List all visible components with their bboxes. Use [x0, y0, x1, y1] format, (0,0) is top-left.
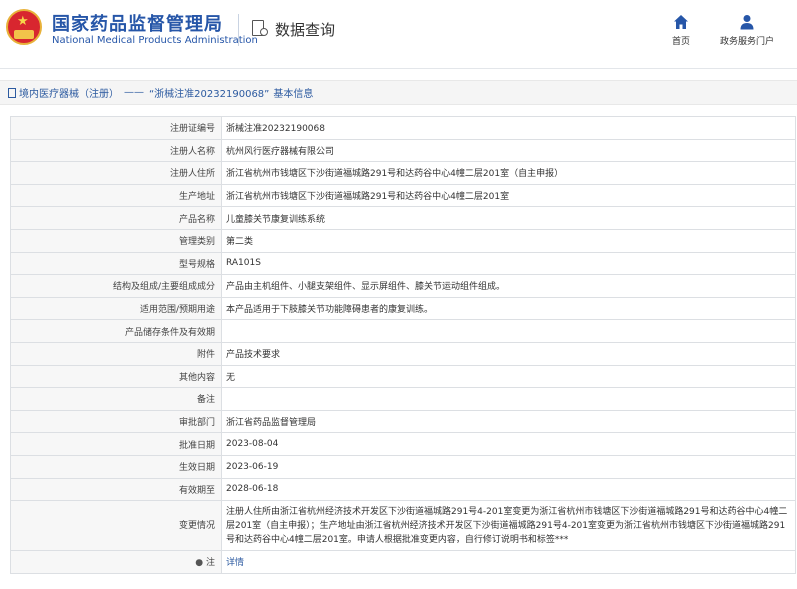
nav-home[interactable]: 首页	[669, 14, 693, 47]
row-value: 产品技术要求	[221, 341, 796, 366]
breadcrumb-category: 境内医疗器械（注册）	[19, 89, 119, 100]
table-row: 审批部门 浙江省药品监督管理局	[10, 409, 796, 434]
row-value: RA101S	[221, 251, 796, 276]
row-label: 注册人住所	[10, 161, 222, 185]
breadcrumb: 境内医疗器械（注册） —— “浙械注准20232190068” 基本信息	[0, 80, 797, 105]
row-value: 第二类	[221, 228, 796, 253]
row-label: ● 注	[10, 550, 222, 574]
table-row: 结构及组成/主要组成成分 产品由主机组件、小腿支架组件、显示屏组件、膝关节运动组…	[10, 274, 796, 298]
breadcrumb-separator: ——	[124, 87, 144, 98]
table-row: 批准日期 2023-08-04	[10, 432, 796, 456]
row-label: 其他内容	[10, 364, 222, 389]
row-value: 产品由主机组件、小腿支架组件、显示屏组件、膝关节运动组件组成。	[221, 274, 796, 298]
details-link[interactable]: 详情	[221, 550, 796, 574]
row-label: 结构及组成/主要组成成分	[10, 274, 222, 298]
data-query-title: 数据查询	[252, 17, 335, 41]
table-row: 型号规格 RA101S	[10, 251, 796, 276]
row-value: 杭州风行医疗器械有限公司	[221, 138, 796, 163]
row-label: 批准日期	[10, 432, 222, 456]
document-search-icon	[252, 19, 270, 39]
table-row: 注册证编号 浙械注准20232190068	[10, 116, 796, 140]
row-label: 适用范围/预期用途	[10, 296, 222, 321]
row-label: 注册人名称	[10, 138, 222, 163]
document-icon	[8, 87, 16, 98]
breadcrumb-suffix: 基本信息	[273, 89, 314, 100]
row-label: 变更情况	[10, 500, 222, 552]
table-row: 注册人名称 杭州风行医疗器械有限公司	[10, 138, 796, 163]
row-value: 浙江省杭州市钱塘区下沙街道福城路291号和达药谷中心4幢二层201室（自主申报）	[221, 161, 796, 185]
row-label: 生效日期	[10, 454, 222, 479]
table-row: 附件 产品技术要求	[10, 341, 796, 366]
row-label: 附件	[10, 341, 222, 366]
device-info-table: 注册证编号 浙械注准20232190068 注册人名称 杭州风行医疗器械有限公司…	[10, 116, 796, 574]
row-label: 型号规格	[10, 251, 222, 276]
emblem-logo: ★	[6, 9, 42, 45]
row-value: 浙江省药品监督管理局	[221, 409, 796, 434]
table-row: 备注	[10, 387, 796, 411]
table-row: ● 注 详情	[10, 550, 796, 574]
row-value: 2028-06-18	[221, 477, 796, 502]
nav-service-portal[interactable]: 政务服务门户	[717, 14, 777, 47]
table-row: 变更情况 注册人住所由浙江省杭州经济技术开发区下沙街道福城路291号4-201室…	[10, 500, 796, 552]
row-value: 浙械注准20232190068	[221, 116, 796, 140]
breadcrumb-registration-no: “浙械注准20232190068”	[149, 89, 270, 100]
row-label: 注册证编号	[10, 116, 222, 140]
table-row: 生产地址 浙江省杭州市钱塘区下沙街道福城路291号和达药谷中心4幢二层201室	[10, 183, 796, 208]
row-value: 无	[221, 364, 796, 389]
table-row: 产品储存条件及有效期	[10, 319, 796, 343]
row-label: 有效期至	[10, 477, 222, 502]
row-value: 本产品适用于下肢膝关节功能障碍患者的康复训练。	[221, 296, 796, 321]
org-name-en: National Medical Products Administration	[52, 35, 258, 46]
row-label: 产品名称	[10, 206, 222, 230]
table-row: 产品名称 儿童膝关节康复训练系统	[10, 206, 796, 230]
row-label: 生产地址	[10, 183, 222, 208]
row-value: 儿童膝关节康复训练系统	[221, 206, 796, 230]
row-value: 2023-08-04	[221, 432, 796, 456]
table-row: 管理类别 第二类	[10, 228, 796, 253]
table-row: 注册人住所 浙江省杭州市钱塘区下沙街道福城路291号和达药谷中心4幢二层201室…	[10, 161, 796, 185]
table-row: 有效期至 2028-06-18	[10, 477, 796, 502]
row-label: 管理类别	[10, 228, 222, 253]
row-label: 产品储存条件及有效期	[10, 319, 222, 343]
home-icon	[674, 15, 688, 29]
org-name-cn: 国家药品监督管理局	[52, 14, 223, 35]
nav-home-label: 首页	[671, 37, 690, 47]
table-row: 其他内容 无	[10, 364, 796, 389]
row-label: 审批部门	[10, 409, 222, 434]
table-row: 适用范围/预期用途 本产品适用于下肢膝关节功能障碍患者的康复训练。	[10, 296, 796, 321]
nav-service-portal-label: 政务服务门户	[719, 37, 774, 47]
row-value: 注册人住所由浙江省杭州经济技术开发区下沙街道福城路291号4-201室变更为浙江…	[221, 500, 796, 552]
table-row: 生效日期 2023-06-19	[10, 454, 796, 479]
site-header: ★ 国家药品监督管理局 National Medical Products Ad…	[0, 0, 797, 69]
header-divider	[238, 14, 239, 46]
row-value: 2023-06-19	[221, 454, 796, 479]
row-value	[221, 319, 796, 343]
row-value	[221, 387, 796, 411]
info-icon: ●	[195, 558, 204, 569]
row-value: 浙江省杭州市钱塘区下沙街道福城路291号和达药谷中心4幢二层201室	[221, 183, 796, 208]
user-icon	[740, 15, 754, 30]
row-label: 备注	[10, 387, 222, 411]
star-icon: ★	[17, 14, 29, 29]
